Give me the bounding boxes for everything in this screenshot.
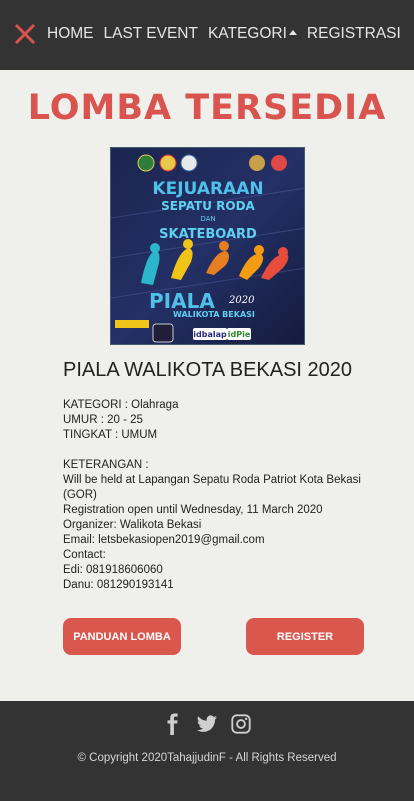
page-title: LOMBA TERSEDIA — [27, 88, 387, 128]
detail-keterangan: KETERANGAN : — [63, 459, 149, 471]
main-content: LOMBA TERSEDIA KEJUARAAN SEPATU RODA DAN… — [0, 70, 414, 701]
navbar: HOME LAST EVENT KATEGORI REGISTRASI — [0, 0, 414, 70]
detail-umur: UMUR : 20 - 25 — [63, 414, 143, 426]
close-icon[interactable] — [13, 22, 37, 46]
poster-image: KEJUARAAN SEPATU RODA DAN SKATEBOARD PIA… — [111, 148, 304, 344]
instagram-icon[interactable] — [230, 713, 252, 735]
poster-year: 2020 — [228, 295, 255, 306]
event-poster: KEJUARAAN SEPATU RODA DAN SKATEBOARD PIA… — [110, 147, 305, 345]
poster-subline: SEPATU RODA — [161, 199, 255, 213]
guide-button[interactable]: PANDUAN LOMBA — [63, 618, 181, 655]
caret-up-icon — [288, 30, 297, 35]
nav-kategori[interactable]: KATEGORI — [208, 24, 297, 44]
detail-edi: Edi: 081918606060 — [63, 564, 163, 576]
facebook-icon[interactable] — [162, 713, 184, 735]
event-details: KATEGORI : Olahraga UMUR : 20 - 25 TINGK… — [63, 398, 363, 593]
nav-last-event[interactable]: LAST EVENT — [104, 24, 198, 44]
nav-kategori-label: KATEGORI — [207, 25, 287, 42]
detail-tingkat: TINGKAT : UMUM — [63, 429, 158, 441]
poster-sponsor2: idPie — [228, 330, 251, 339]
detail-spacer — [63, 443, 363, 458]
twitter-icon[interactable] — [196, 713, 218, 735]
nav-registrasi[interactable]: REGISTRASI — [307, 24, 401, 44]
poster-subline2: SKATEBOARD — [159, 227, 257, 242]
detail-held: Will be held at Lapangan Sepatu Roda Pat… — [63, 474, 361, 501]
copyright-text: © Copyright 2020TahajjudinF - All Rights… — [77, 752, 337, 764]
detail-kategori: KATEGORI : Olahraga — [63, 399, 179, 411]
detail-organizer: Organizer: Walikota Bekasi — [63, 519, 202, 531]
detail-danu: Danu: 081290193141 — [63, 579, 174, 591]
poster-sponsor1: idbalap — [193, 330, 227, 339]
social-links — [0, 713, 414, 735]
footer: © Copyright 2020TahajjudinF - All Rights… — [0, 701, 414, 801]
detail-registration: Registration open until Wednesday, 11 Ma… — [63, 504, 323, 516]
nav-links: HOME LAST EVENT KATEGORI REGISTRASI — [47, 24, 411, 44]
poster-headline: KEJUARAAN — [152, 179, 263, 199]
nav-home[interactable]: HOME — [47, 24, 94, 44]
poster-and: DAN — [200, 215, 215, 223]
register-button[interactable]: REGISTER — [246, 618, 364, 655]
event-title: PIALA WALIKOTA BEKASI 2020 — [63, 359, 353, 381]
poster-city: WALIKOTA BEKASI — [173, 310, 255, 319]
detail-contact: Contact: — [63, 549, 106, 561]
detail-email: Email: letsbekasiopen2019@gmail.com — [63, 534, 265, 546]
